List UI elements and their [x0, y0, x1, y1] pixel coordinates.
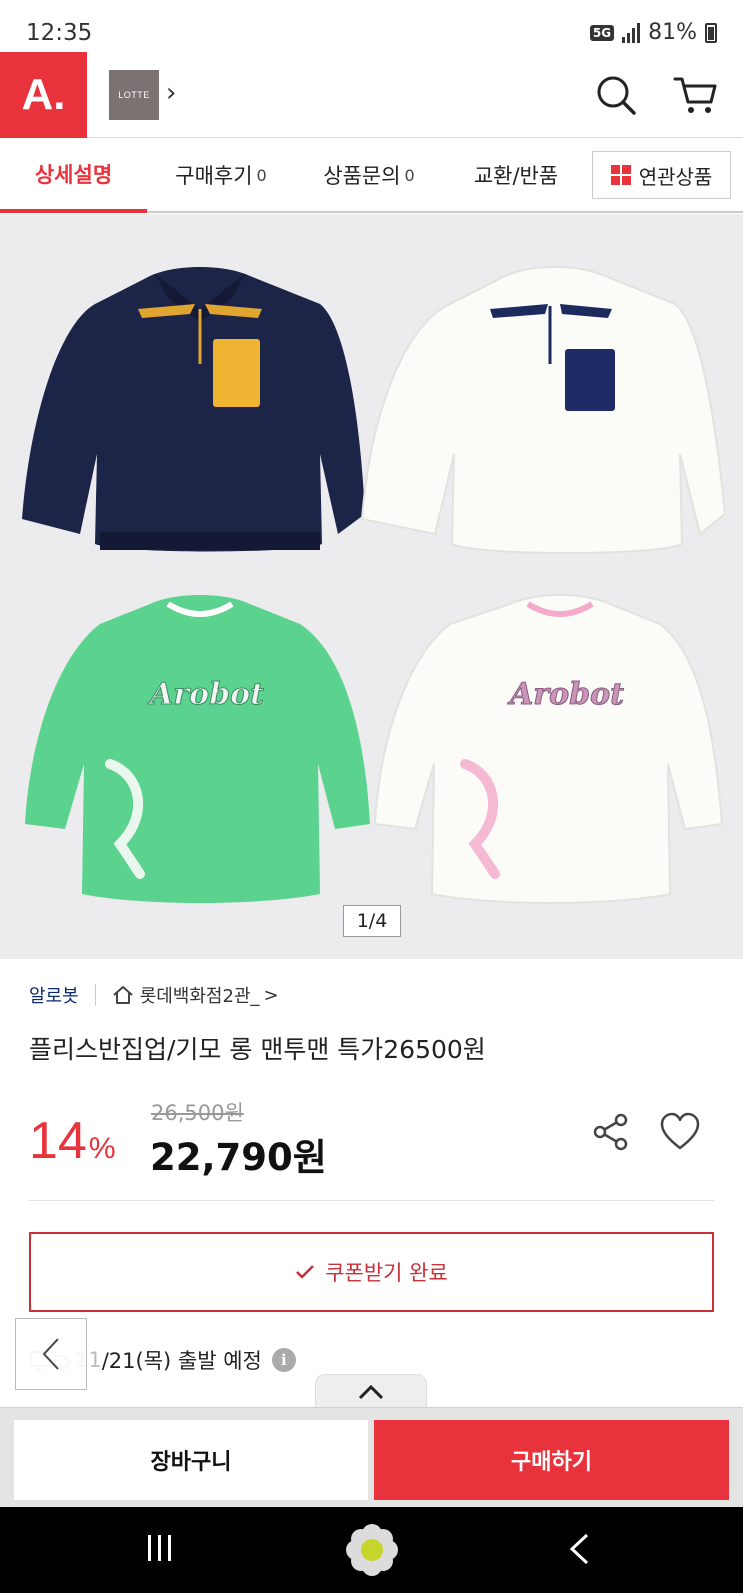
sale-price: 22,790원	[150, 1136, 327, 1179]
discount-rate: 14%	[29, 1111, 116, 1171]
battery-percent: 81%	[648, 20, 697, 45]
add-to-cart-button[interactable]: 장바구니	[14, 1420, 368, 1500]
tab-reviews[interactable]: 구매후기 0	[147, 139, 295, 211]
shipping-date: /21(목) 출발 예정	[101, 1349, 262, 1373]
product-image-gallery[interactable]: Arobot Arobot	[0, 214, 743, 959]
product-image: Arobot Arobot	[22, 266, 727, 904]
tab-count: 0	[404, 165, 415, 185]
tab-label: 상세설명	[34, 163, 113, 187]
section-divider	[29, 1200, 714, 1201]
chevron-up-icon	[358, 1384, 384, 1399]
home-button-icon[interactable]	[344, 1522, 400, 1578]
chevron-right-icon[interactable]: >	[264, 985, 279, 1006]
cart-icon[interactable]	[673, 74, 717, 116]
app-header: A. LOTTE ›	[0, 52, 743, 138]
tab-label: 교환/반품	[473, 164, 559, 188]
navy-sweatshirt-image	[22, 267, 365, 552]
status-time: 12:35	[26, 20, 93, 46]
product-page: 12:35 5G 81% A. LOTTE › 상세설명 구매후기 0 상품문의…	[0, 0, 743, 1593]
check-icon	[296, 1265, 315, 1279]
brand-name[interactable]: 알로봇	[29, 982, 79, 1008]
tab-count: 0	[256, 165, 267, 185]
image-counter: 1/4	[343, 905, 401, 937]
green-sweatshirt-image: Arobot	[25, 595, 370, 903]
store-link[interactable]: 롯데백화점2관_	[140, 982, 260, 1008]
coupon-button[interactable]: 쿠폰받기 완료	[29, 1232, 714, 1312]
product-title: 플리스반집업/기모 롱 맨투맨 특가26500원	[29, 1035, 486, 1064]
expand-handle[interactable]	[315, 1374, 427, 1408]
tab-label: 구매후기	[175, 164, 253, 188]
bottom-action-bar: 장바구니 구매하기	[0, 1407, 743, 1507]
chevron-right-icon[interactable]: ›	[166, 78, 176, 108]
search-icon[interactable]	[595, 74, 637, 116]
status-indicators: 5G 81%	[589, 20, 717, 45]
recent-apps-icon[interactable]	[148, 1535, 178, 1563]
network-5g-icon: 5G	[589, 24, 615, 41]
tab-label: 상품문의	[323, 164, 401, 188]
tab-detail[interactable]: 상세설명	[0, 139, 147, 213]
back-button[interactable]	[15, 1318, 87, 1390]
divider	[94, 984, 96, 1006]
grid-icon	[610, 165, 631, 185]
print-text: Arobot	[507, 677, 624, 712]
heart-icon[interactable]	[659, 1112, 701, 1152]
white-long-sweatshirt-image: Arobot	[373, 594, 724, 904]
home-logo[interactable]: A.	[0, 52, 87, 138]
tab-label: 연관상품	[638, 164, 713, 189]
buy-now-button[interactable]: 구매하기	[374, 1420, 729, 1500]
product-tabs: 상세설명 구매후기 0 상품문의 0 교환/반품 연관상품	[0, 139, 743, 213]
coupon-label: 쿠폰받기 완료	[325, 1261, 448, 1285]
system-nav-bar	[0, 1507, 743, 1593]
signal-icon	[622, 22, 641, 43]
print-text: Arobot	[147, 677, 264, 712]
tab-qna[interactable]: 상품문의 0	[295, 139, 443, 211]
tab-related-products[interactable]: 연관상품	[592, 151, 731, 199]
back-icon[interactable]	[567, 1532, 591, 1566]
tab-exchange[interactable]: 교환/반품	[443, 139, 589, 211]
white-sweatshirt-image	[360, 266, 727, 554]
info-icon[interactable]: i	[271, 1348, 296, 1372]
discount-unit: %	[88, 1132, 116, 1165]
share-icon[interactable]	[591, 1112, 631, 1152]
brand-row: 알로봇 롯데백화점2관_ >	[29, 980, 279, 1010]
chevron-left-icon	[42, 1338, 59, 1370]
home-icon	[113, 986, 133, 1004]
status-bar: 12:35 5G 81%	[0, 0, 743, 52]
original-price: 26,500원	[151, 1101, 244, 1125]
discount-value: 14	[29, 1112, 87, 1170]
battery-icon	[705, 22, 717, 43]
mall-logo[interactable]: LOTTE	[109, 70, 159, 120]
